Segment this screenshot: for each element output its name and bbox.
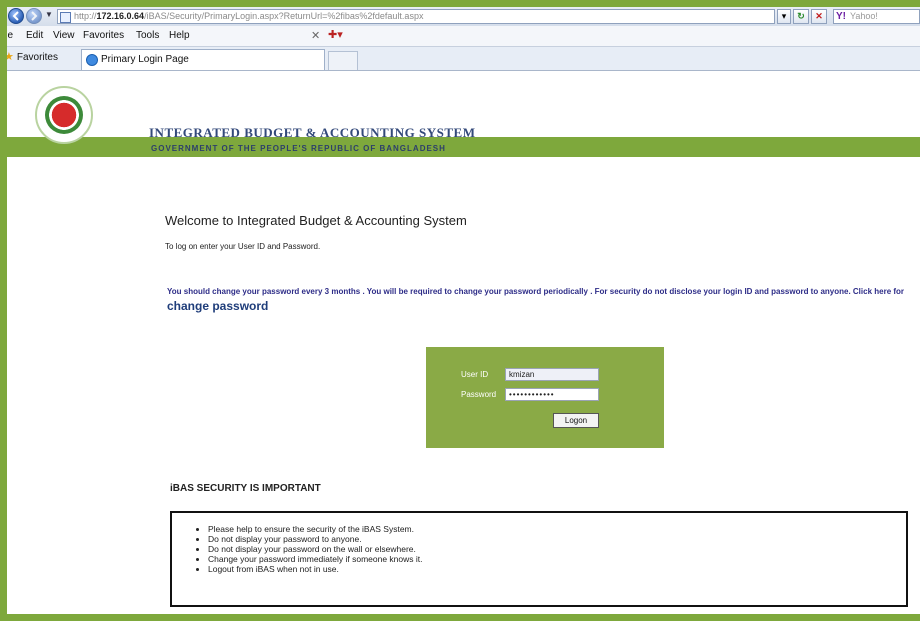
notice-text: You should change your password every 3 …	[167, 287, 905, 296]
recent-pages-dropdown[interactable]: ▼	[45, 10, 53, 19]
user-id-input[interactable]: kmizan	[505, 368, 599, 381]
security-heading: iBAS SECURITY IS IMPORTANT	[170, 483, 321, 494]
favorites-button[interactable]: ★ Favorites	[7, 50, 58, 63]
menu-view[interactable]: View	[53, 30, 75, 41]
addon-icon[interactable]: ✚▾	[328, 28, 343, 41]
refresh-icon[interactable]: ↻	[793, 9, 809, 24]
menu-favorites[interactable]: Favorites	[83, 30, 124, 41]
page-icon	[60, 12, 71, 23]
menu-bar: ile Edit View Favorites Tools Help ✕ ✚▾	[7, 26, 920, 47]
forward-icon[interactable]	[26, 8, 42, 24]
yahoo-icon: Y!	[836, 11, 846, 22]
search-placeholder: Yahoo!	[850, 11, 878, 21]
login-instruction: To log on enter your User ID and Passwor…	[165, 242, 321, 251]
address-host: 172.16.0.64	[96, 11, 145, 21]
address-bar-row: ▼ http://172.16.0.64/iBAS/Security/Prima…	[7, 7, 920, 27]
tab-bar: ★ Favorites Primary Login Page	[7, 47, 920, 71]
menu-tools[interactable]: Tools	[136, 30, 159, 41]
user-id-label: User ID	[461, 370, 489, 379]
logon-button[interactable]: Logon	[553, 413, 599, 428]
stop-icon[interactable]: ✕	[811, 9, 827, 24]
emblem-logo	[35, 86, 93, 144]
list-item: Do not display your password on the wall…	[208, 544, 906, 554]
address-dropdown-button[interactable]: ▾	[777, 9, 791, 24]
address-prefix: http://	[74, 11, 97, 21]
welcome-heading: Welcome to Integrated Budget & Accountin…	[165, 213, 467, 228]
address-field[interactable]: http://172.16.0.64/iBAS/Security/Primary…	[57, 9, 775, 24]
list-item: Please help to ensure the security of th…	[208, 524, 906, 534]
browser-window: ▼ http://172.16.0.64/iBAS/Security/Prima…	[7, 7, 920, 614]
system-title: Integrated Budget & Accounting System	[149, 125, 476, 140]
login-panel: User ID kmizan Password •••••••••••• Log…	[426, 347, 664, 448]
list-item: Do not display your password to anyone.	[208, 534, 906, 544]
back-icon[interactable]	[8, 8, 24, 24]
new-tab-button[interactable]	[328, 51, 358, 70]
system-subtitle: Government of the People's Republic of B…	[151, 144, 446, 153]
close-toolbar-icon[interactable]: ✕	[311, 29, 320, 42]
menu-edit[interactable]: Edit	[26, 30, 43, 41]
password-input[interactable]: ••••••••••••	[505, 388, 599, 401]
change-password-link[interactable]: change password	[167, 299, 268, 313]
menu-help[interactable]: Help	[169, 30, 190, 41]
favorites-star-icon: ★	[7, 51, 14, 63]
ie-icon	[86, 54, 98, 66]
tab-primary-login[interactable]: Primary Login Page	[81, 49, 325, 70]
favorites-label: Favorites	[16, 52, 58, 63]
password-label: Password	[461, 390, 497, 399]
menu-file[interactable]: ile	[7, 30, 13, 41]
list-item: Change your password immediately if some…	[208, 554, 906, 564]
list-item: Logout from iBAS when not in use.	[208, 564, 906, 574]
tab-title: Primary Login Page	[101, 54, 189, 65]
search-input[interactable]: Y! Yahoo!	[833, 9, 920, 24]
security-tips-box: Please help to ensure the security of th…	[170, 511, 908, 607]
password-notice: You should change your password every 3 …	[167, 285, 907, 315]
page-content: Integrated Budget & Accounting System Go…	[7, 71, 920, 614]
address-path: /iBAS/Security/PrimaryLogin.aspx?ReturnU…	[144, 11, 424, 21]
